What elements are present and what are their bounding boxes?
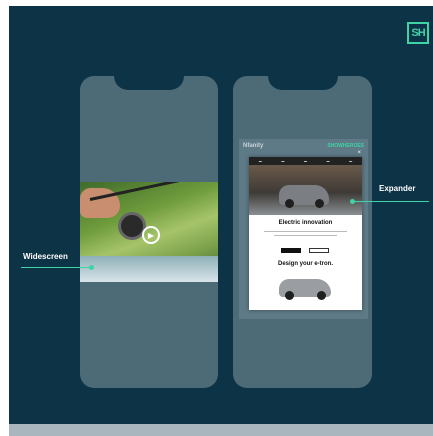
publisher-site: Nfanity SHOWHEROES × ▬ ▬ ▬ ▬ ▬ Electric … — [239, 139, 368, 319]
phone-mockup-expander: Nfanity SHOWHEROES × ▬ ▬ ▬ ▬ ▬ Electric … — [233, 76, 372, 388]
wheel-graphic — [315, 199, 324, 208]
ad-headline: Electric innovation — [278, 220, 333, 226]
expander-label: Expander — [379, 184, 416, 193]
play-icon[interactable]: ▶ — [142, 226, 160, 244]
site-header: Nfanity SHOWHEROES — [239, 139, 368, 153]
logo-text: SH — [411, 27, 425, 39]
ad-nav-item[interactable]: ▬ — [327, 159, 330, 163]
background-frame: SH ▶ Widescreen Nfanity SHOWHEROES × ▬ ▬… — [9, 6, 433, 436]
expander-ad-overlay[interactable]: × ▬ ▬ ▬ ▬ ▬ Electric innovation Design y… — [249, 150, 362, 310]
bottom-strip — [9, 424, 433, 436]
widescreen-pointer-line — [21, 267, 89, 268]
ad-primary-button[interactable] — [281, 248, 301, 253]
wheel-graphic — [285, 291, 294, 300]
ad-hero-image — [249, 165, 362, 215]
ad-nav-item[interactable]: ▬ — [304, 159, 307, 163]
ad-second-headline: Design your e-tron. — [277, 261, 333, 267]
site-brand-text: SHOWHEROES — [327, 143, 364, 149]
ad-body-text-line — [274, 235, 337, 236]
ad-nav-item[interactable]: ▬ — [281, 159, 284, 163]
ad-body-text-line — [264, 231, 347, 232]
widescreen-pointer-dot — [89, 265, 94, 270]
ad-nav-item[interactable]: ▬ — [349, 159, 352, 163]
wheel-graphic — [285, 199, 294, 208]
phone-notch — [114, 76, 184, 90]
expander-pointer-line — [353, 201, 429, 202]
video-water-graphic — [80, 256, 218, 282]
ad-secondary-button[interactable] — [309, 248, 329, 253]
phone-notch — [267, 76, 338, 90]
site-logo: Nfanity — [243, 143, 264, 149]
phone-mockup-widescreen: ▶ — [80, 76, 218, 388]
wheel-graphic — [317, 291, 326, 300]
ad-nav-item[interactable]: ▬ — [259, 159, 262, 163]
showheroes-logo: SH — [407, 22, 429, 44]
widescreen-label: Widescreen — [23, 252, 68, 261]
ad-nav-bar: ▬ ▬ ▬ ▬ ▬ — [249, 157, 362, 165]
widescreen-video-player[interactable]: ▶ — [80, 182, 218, 282]
close-icon[interactable]: × — [357, 150, 361, 156]
